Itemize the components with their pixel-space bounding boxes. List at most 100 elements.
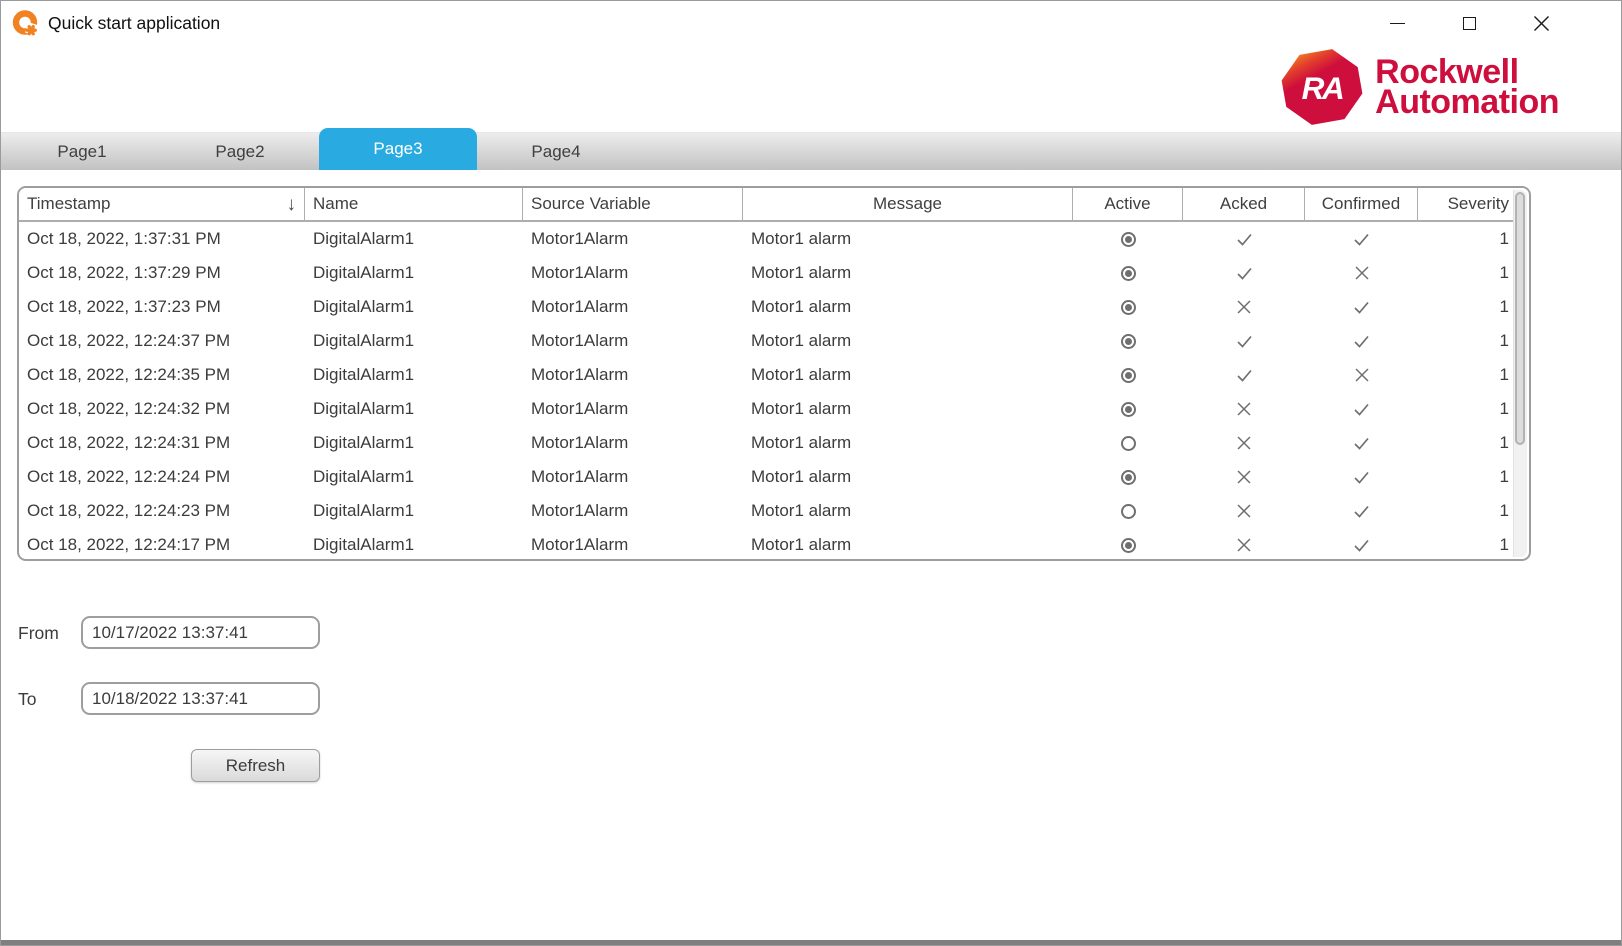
confirmed-cell xyxy=(1305,290,1418,324)
message-cell: Motor1 alarm xyxy=(743,460,1073,494)
close-icon xyxy=(1533,15,1550,32)
name-cell: DigitalAlarm1 xyxy=(305,460,523,494)
tab-page2[interactable]: Page2 xyxy=(161,133,319,170)
column-header-confirmed[interactable]: Confirmed xyxy=(1305,188,1418,222)
alarm-row[interactable]: Oct 18, 2022, 1:37:29 PMDigitalAlarm1Mot… xyxy=(19,256,1529,290)
acked-cell xyxy=(1183,256,1305,290)
acked-cell xyxy=(1183,324,1305,358)
message-cell: Motor1 alarm xyxy=(743,290,1073,324)
alarm-row[interactable]: Oct 18, 2022, 12:24:31 PMDigitalAlarm1Mo… xyxy=(19,426,1529,460)
radio-inactive-icon xyxy=(1121,436,1136,451)
source-variable-cell: Motor1Alarm xyxy=(523,290,743,324)
column-header-message[interactable]: Message xyxy=(743,188,1073,222)
column-header-severity[interactable]: Severity xyxy=(1418,188,1525,222)
message-cell: Motor1 alarm xyxy=(743,392,1073,426)
confirmed-cell xyxy=(1305,460,1418,494)
sort-descending-icon[interactable]: ↓ xyxy=(287,195,297,214)
check-icon xyxy=(1236,368,1253,383)
acked-cell xyxy=(1183,392,1305,426)
cross-icon xyxy=(1237,470,1251,484)
timestamp-cell: Oct 18, 2022, 1:37:23 PM xyxy=(19,290,305,324)
cross-icon xyxy=(1237,300,1251,314)
alarm-row[interactable]: Oct 18, 2022, 12:24:37 PMDigitalAlarm1Mo… xyxy=(19,324,1529,358)
maximize-button[interactable] xyxy=(1459,14,1479,34)
column-header-acked[interactable]: Acked xyxy=(1183,188,1305,222)
severity-cell: 1 xyxy=(1418,528,1525,561)
acked-cell xyxy=(1183,528,1305,561)
severity-cell: 1 xyxy=(1418,460,1525,494)
window-title: Quick start application xyxy=(48,13,220,34)
check-icon xyxy=(1236,334,1253,349)
scrollbar-thumb[interactable] xyxy=(1515,192,1525,445)
acked-cell xyxy=(1183,460,1305,494)
brand-wordmark: Rockwell Automation xyxy=(1375,57,1559,117)
check-icon xyxy=(1236,232,1253,247)
timestamp-cell: Oct 18, 2022, 1:37:29 PM xyxy=(19,256,305,290)
message-cell: Motor1 alarm xyxy=(743,324,1073,358)
column-header-source-variable[interactable]: Source Variable xyxy=(523,188,743,222)
check-icon xyxy=(1353,232,1370,247)
alarm-row[interactable]: Oct 18, 2022, 1:37:31 PMDigitalAlarm1Mot… xyxy=(19,222,1529,256)
to-date-input[interactable] xyxy=(81,682,320,715)
source-variable-cell: Motor1Alarm xyxy=(523,392,743,426)
alarm-row[interactable]: Oct 18, 2022, 12:24:17 PMDigitalAlarm1Mo… xyxy=(19,528,1529,561)
name-cell: DigitalAlarm1 xyxy=(305,426,523,460)
active-cell xyxy=(1073,358,1183,392)
refresh-button[interactable]: Refresh xyxy=(191,749,320,782)
source-variable-cell: Motor1Alarm xyxy=(523,324,743,358)
close-button[interactable] xyxy=(1531,14,1551,34)
radio-active-icon xyxy=(1121,538,1136,553)
from-date-input[interactable] xyxy=(81,616,320,649)
check-icon xyxy=(1353,504,1370,519)
acked-cell xyxy=(1183,426,1305,460)
severity-cell: 1 xyxy=(1418,256,1525,290)
cross-icon xyxy=(1355,368,1369,382)
active-cell xyxy=(1073,460,1183,494)
severity-cell: 1 xyxy=(1418,392,1525,426)
alarm-row[interactable]: Oct 18, 2022, 12:24:23 PMDigitalAlarm1Mo… xyxy=(19,494,1529,528)
radio-active-icon xyxy=(1121,334,1136,349)
alarm-row[interactable]: Oct 18, 2022, 12:24:32 PMDigitalAlarm1Mo… xyxy=(19,392,1529,426)
check-icon xyxy=(1353,538,1370,553)
column-header-timestamp[interactable]: Timestamp ↓ xyxy=(19,188,305,222)
radio-active-icon xyxy=(1121,470,1136,485)
minimize-button[interactable] xyxy=(1387,14,1407,34)
column-header-active[interactable]: Active xyxy=(1073,188,1183,222)
source-variable-cell: Motor1Alarm xyxy=(523,358,743,392)
name-cell: DigitalAlarm1 xyxy=(305,290,523,324)
alarm-row[interactable]: Oct 18, 2022, 12:24:24 PMDigitalAlarm1 Mo… xyxy=(19,460,1529,494)
source-variable-cell: Motor1Alarm xyxy=(523,222,743,256)
title-bar: Quick start application xyxy=(1,1,1621,46)
confirmed-cell xyxy=(1305,392,1418,426)
tab-page3[interactable]: Page3 xyxy=(319,128,477,170)
source-variable-cell: Motor1Alarm xyxy=(523,426,743,460)
active-cell xyxy=(1073,324,1183,358)
message-cell: Motor1 alarm xyxy=(743,426,1073,460)
acked-cell xyxy=(1183,290,1305,324)
active-cell xyxy=(1073,290,1183,324)
timestamp-cell: Oct 18, 2022, 12:24:23 PM xyxy=(19,494,305,528)
vertical-scrollbar[interactable] xyxy=(1513,190,1527,557)
acked-cell xyxy=(1183,494,1305,528)
source-variable-cell: Motor1Alarm xyxy=(523,256,743,290)
tab-page4[interactable]: Page4 xyxy=(477,133,635,170)
grid-body: Oct 18, 2022, 1:37:31 PMDigitalAlarm1Mot… xyxy=(19,222,1529,561)
tab-bar: Page1 Page2 Page3 Page4 xyxy=(1,132,1621,170)
radio-active-icon xyxy=(1121,266,1136,281)
alarm-row[interactable]: Oct 18, 2022, 12:24:35 PMDigitalAlarm1Mo… xyxy=(19,358,1529,392)
confirmed-cell xyxy=(1305,324,1418,358)
tab-page1[interactable]: Page1 xyxy=(3,133,161,170)
severity-cell: 1 xyxy=(1418,290,1525,324)
confirmed-cell xyxy=(1305,494,1418,528)
check-icon xyxy=(1353,470,1370,485)
source-variable-cell: Motor1Alarm xyxy=(523,494,743,528)
timestamp-cell: Oct 18, 2022, 12:24:35 PM xyxy=(19,358,305,392)
name-cell: DigitalAlarm1 xyxy=(305,528,523,561)
alarm-row[interactable]: Oct 18, 2022, 1:37:23 PMDigitalAlarm1Mot… xyxy=(19,290,1529,324)
message-cell: Motor1 alarm xyxy=(743,358,1073,392)
cross-icon xyxy=(1237,436,1251,450)
timestamp-cell: Oct 18, 2022, 12:24:24 PM xyxy=(19,460,305,494)
confirmed-cell xyxy=(1305,528,1418,561)
cross-icon xyxy=(1237,402,1251,416)
column-header-name[interactable]: Name xyxy=(305,188,523,222)
